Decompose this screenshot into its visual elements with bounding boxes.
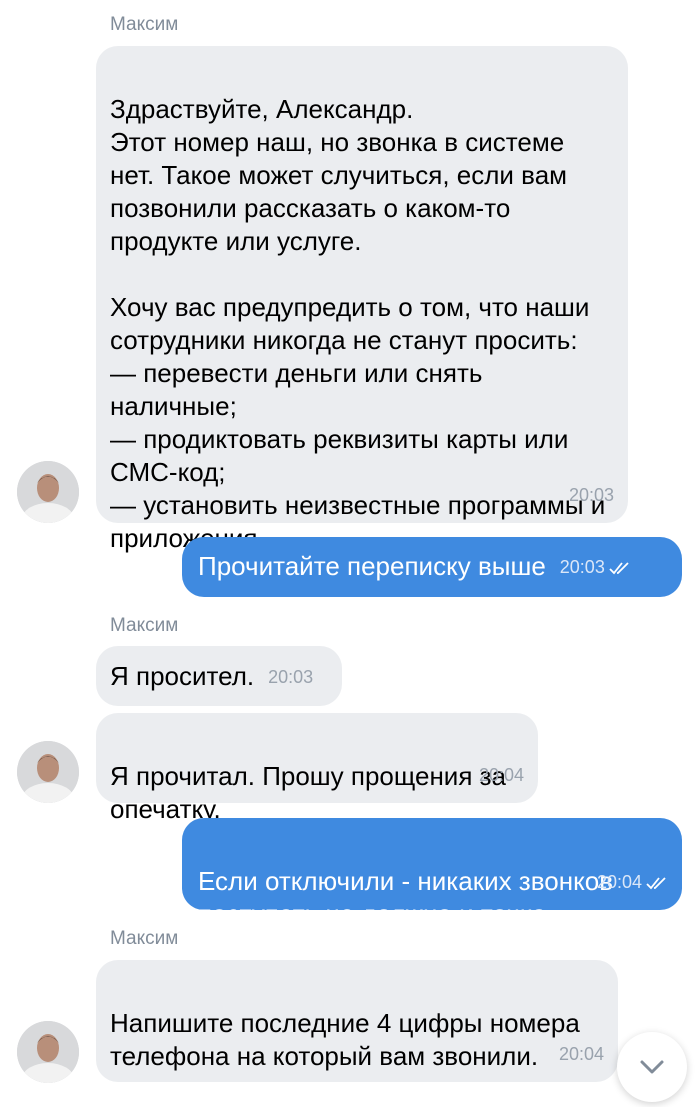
- message-text: Напишите последние 4 цифры номера телефо…: [110, 1008, 580, 1071]
- avatar[interactable]: [17, 461, 79, 523]
- message-time: 20:04: [597, 872, 668, 892]
- message-bubble-outgoing[interactable]: Если отключили - никаких звонков поступа…: [182, 818, 682, 929]
- message-time: 20:03: [268, 667, 314, 687]
- message-time: 20:04: [558, 1044, 604, 1064]
- double-check-icon: [646, 877, 666, 890]
- user-avatar-image: [17, 741, 79, 803]
- chevron-down-icon: [640, 1060, 664, 1074]
- message-text: Здраствуйте, Александр. Этот номер наш, …: [110, 94, 606, 553]
- message-time: 20:03: [560, 557, 631, 577]
- message-time: 20:03: [568, 485, 614, 505]
- message-bubble-incoming[interactable]: Я просител. 20:03: [96, 646, 342, 706]
- user-avatar-image: [17, 461, 79, 523]
- avatar[interactable]: [17, 741, 79, 803]
- double-check-icon: [609, 562, 629, 575]
- scroll-down-button[interactable]: [617, 1032, 687, 1102]
- sender-name: Максим: [110, 928, 179, 949]
- message-text: Прочитайте переписку выше: [198, 551, 546, 581]
- message-bubble-incoming[interactable]: Здраствуйте, Александр. Этот номер наш, …: [96, 46, 628, 553]
- message-bubble-incoming[interactable]: Напишите последние 4 цифры номера телефо…: [96, 960, 618, 1082]
- message-text: Если отключили - никаких звонков поступа…: [198, 866, 614, 929]
- user-avatar-image: [17, 1021, 79, 1083]
- sender-name: Максим: [110, 14, 179, 35]
- sender-name: Максим: [110, 615, 179, 636]
- message-text: Я прочитал. Прошу прощения за опечатку.: [110, 761, 507, 824]
- avatar[interactable]: [17, 1021, 79, 1083]
- message-bubble-outgoing[interactable]: Прочитайте переписку выше 20:03: [182, 537, 682, 597]
- message-text: Я просител.: [110, 661, 255, 691]
- message-time: 20:04: [478, 765, 524, 785]
- message-bubble-incoming[interactable]: Я прочитал. Прошу прощения за опечатку. …: [96, 713, 538, 824]
